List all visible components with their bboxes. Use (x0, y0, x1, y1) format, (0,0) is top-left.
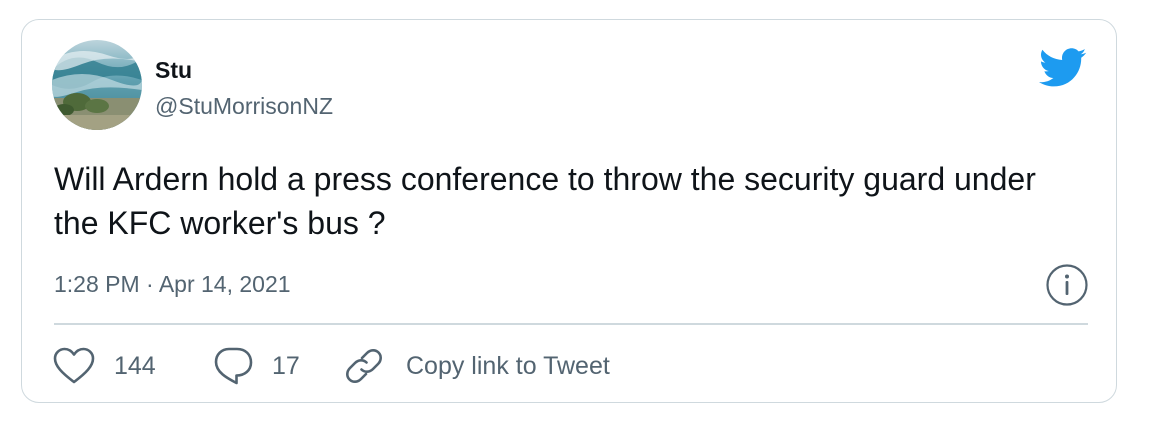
reply-button[interactable]: 17 (212, 340, 300, 392)
copy-link-label: Copy link to Tweet (406, 351, 610, 380)
tweet-card: Stu @StuMorrisonNZ Will Ardern hold a pr… (21, 19, 1117, 403)
speech-bubble-icon (214, 347, 253, 385)
like-button[interactable]: 144 (52, 340, 156, 392)
info-icon[interactable] (1045, 263, 1089, 307)
tweet-text: Will Ardern hold a press conference to t… (54, 161, 1036, 241)
divider (54, 323, 1088, 325)
avatar[interactable] (52, 40, 142, 130)
copy-link-button[interactable]: Copy link to Tweet (342, 340, 610, 392)
reply-count: 17 (272, 351, 300, 380)
heart-icon (53, 347, 95, 384)
like-count: 144 (114, 351, 156, 380)
tweet-timestamp[interactable]: 1:28 PM · Apr 14, 2021 (54, 270, 291, 298)
user-handle[interactable]: @StuMorrisonNZ (155, 92, 333, 120)
avatar-image (52, 40, 142, 130)
display-name[interactable]: Stu (155, 56, 192, 84)
link-icon (346, 349, 382, 383)
twitter-bird-icon[interactable] (1039, 48, 1087, 88)
